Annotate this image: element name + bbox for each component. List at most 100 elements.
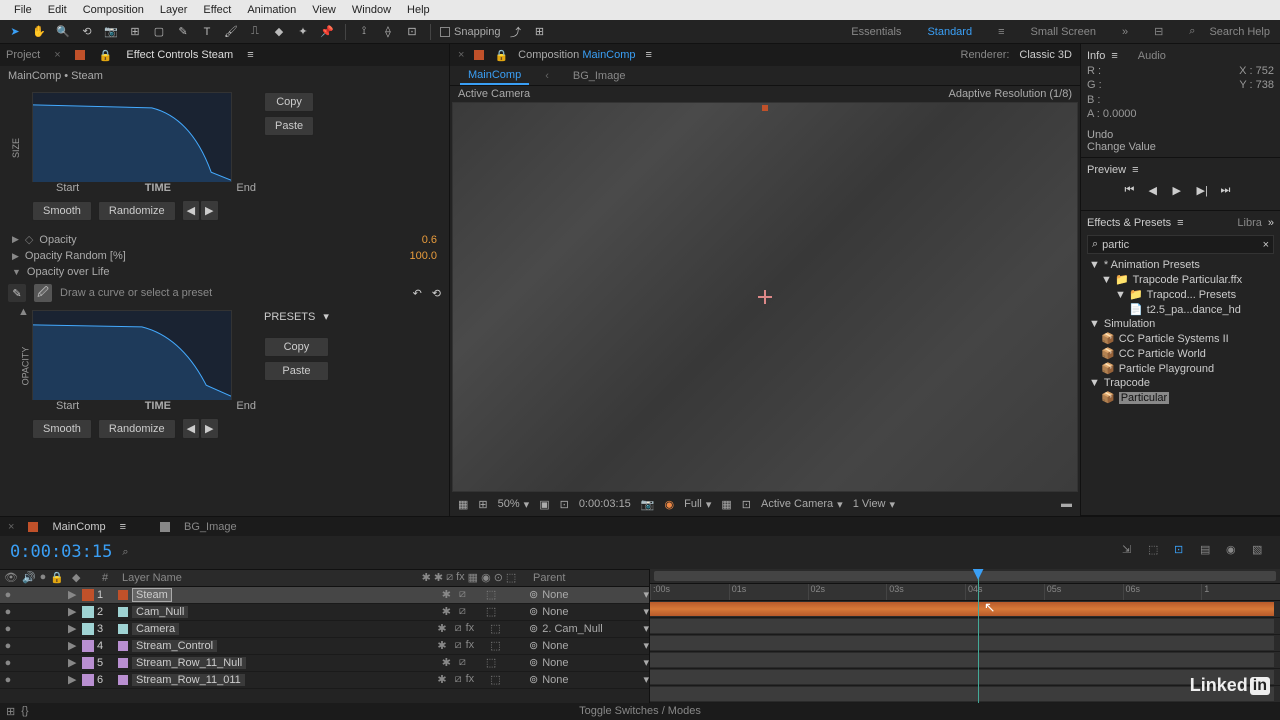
menu-composition[interactable]: Composition: [75, 4, 152, 16]
overflow-icon[interactable]: »: [1268, 217, 1274, 229]
work-area-bar[interactable]: [654, 571, 1276, 581]
quality-dropdown[interactable]: Full▾: [684, 498, 711, 511]
parent-dropdown[interactable]: None: [542, 640, 568, 652]
pickwhip-icon[interactable]: ⊚: [529, 673, 538, 686]
first-frame-icon[interactable]: ⏮: [1125, 184, 1141, 200]
reset-curve-icon[interactable]: ⟲: [432, 287, 441, 300]
panel-menu-icon[interactable]: ≡: [646, 49, 652, 61]
zoom-dropdown[interactable]: 50%▾: [498, 498, 530, 511]
tree-preset-item[interactable]: 📄 t2.5_pa...dance_hd: [1087, 302, 1274, 317]
toggle-switches-icon[interactable]: ⊞: [6, 705, 15, 718]
workspace-overflow-icon[interactable]: »: [1118, 24, 1132, 40]
rotate-tool-icon[interactable]: ⟲: [78, 23, 96, 41]
tree-animation-presets[interactable]: ▼ * Animation Presets: [1087, 258, 1274, 272]
randomize-button[interactable]: Randomize: [98, 201, 176, 221]
visibility-toggle[interactable]: ●: [0, 674, 16, 686]
paste-button-2[interactable]: Paste: [264, 361, 329, 381]
timecode-display[interactable]: 0:00:03:15: [579, 498, 631, 510]
axis-world-icon[interactable]: ⟠: [379, 23, 397, 41]
effects-search[interactable]: ⌕ ×: [1087, 235, 1274, 254]
alpha-icon[interactable]: ▦: [458, 498, 468, 511]
paste-button[interactable]: Paste: [264, 116, 314, 136]
layer-row[interactable]: ● ▶ 5 Stream_Row_11_Null ✱⧄⬚ ⊚None▾: [0, 655, 649, 672]
brush-tool-icon[interactable]: 🖌: [222, 23, 240, 41]
lock-icon[interactable]: 🔒: [99, 49, 113, 62]
menu-file[interactable]: File: [6, 4, 40, 16]
axis-local-icon[interactable]: ⟟: [355, 23, 373, 41]
shy-icon[interactable]: ⊡: [1174, 543, 1192, 561]
tree-particle-playground[interactable]: 📦 Particle Playground: [1087, 361, 1274, 376]
menu-view[interactable]: View: [304, 4, 344, 16]
layer-color-icon[interactable]: [82, 640, 94, 652]
layer-row[interactable]: ● ▶ 2 Cam_Null ✱⧄⬚ ⊚None▾: [0, 604, 649, 621]
toggle-switches-modes[interactable]: Toggle Switches / Modes: [579, 705, 701, 717]
workspace-essentials[interactable]: Essentials: [847, 24, 905, 40]
smooth-button-2[interactable]: Smooth: [32, 419, 92, 439]
menu-window[interactable]: Window: [344, 4, 399, 16]
visibility-toggle[interactable]: ●: [0, 640, 16, 652]
camera-tool-icon[interactable]: 📷: [102, 23, 120, 41]
view-opt-icon[interactable]: ▦: [721, 498, 731, 511]
workspace-edit-icon[interactable]: ⊟: [1150, 23, 1167, 40]
effects-search-input[interactable]: [1102, 239, 1258, 251]
parent-dropdown[interactable]: None: [542, 657, 568, 669]
panel-menu-icon[interactable]: ≡: [1111, 50, 1117, 62]
presets-dropdown-icon[interactable]: ▾: [323, 310, 329, 323]
draft3d-icon[interactable]: ⬚: [1148, 543, 1166, 561]
layer-name[interactable]: Stream_Row_11_011: [132, 674, 245, 686]
panel-menu-icon[interactable]: ≡: [1132, 164, 1138, 176]
time-ruler[interactable]: :00s01s02s03s04s05s06s1: [650, 583, 1280, 601]
channel-icon[interactable]: ◉: [665, 498, 675, 511]
layer-color-icon[interactable]: [82, 589, 94, 601]
prev-preset-icon[interactable]: ◀: [182, 200, 200, 221]
graph-editor-icon[interactable]: ▧: [1252, 543, 1270, 561]
tree-cc-world[interactable]: 📦 CC Particle World: [1087, 346, 1274, 361]
res-icon[interactable]: ▣: [539, 498, 549, 511]
toggle-brackets-icon[interactable]: {}: [21, 705, 28, 718]
grid-icon[interactable]: ⊞: [478, 498, 487, 511]
prev-frame-icon[interactable]: ◀: [1149, 184, 1165, 200]
frame-blend-icon[interactable]: ▤: [1200, 543, 1218, 561]
zoom-tool-icon[interactable]: 🔍: [54, 23, 72, 41]
snapping-toggle[interactable]: Snapping: [440, 26, 501, 38]
layer-row[interactable]: ● ▶ 3 Camera ✱⧄fx⬚ ⊚2. Cam_Null▾: [0, 621, 649, 638]
parent-dropdown[interactable]: None: [542, 589, 568, 601]
panel-menu-icon[interactable]: ≡: [120, 521, 126, 533]
menu-help[interactable]: Help: [399, 4, 438, 16]
layer-color-icon[interactable]: [82, 657, 94, 669]
col-solo-icon[interactable]: ●: [40, 571, 47, 584]
layer-row[interactable]: ● ▶ 1 Steam ✱⧄⬚ ⊚None▾: [0, 587, 649, 604]
layer-bar[interactable]: [650, 652, 1280, 669]
next-preset-icon[interactable]: ▶: [200, 200, 218, 221]
tab-library[interactable]: Libra: [1237, 217, 1261, 229]
tab-project[interactable]: Project: [6, 49, 40, 61]
tab-composition[interactable]: Composition MainComp: [518, 49, 635, 61]
tab-preview[interactable]: Preview: [1087, 164, 1126, 176]
comp-mini-icon[interactable]: ⇲: [1122, 543, 1140, 561]
pickwhip-icon[interactable]: ⊚: [529, 588, 538, 601]
play-icon[interactable]: ▶: [1173, 184, 1189, 200]
parent-dropdown[interactable]: 2. Cam_Null: [542, 623, 603, 635]
layer-name[interactable]: Cam_Null: [132, 606, 188, 618]
3d-icon[interactable]: ⊡: [742, 498, 751, 511]
draw-free-icon[interactable]: 🖉: [34, 284, 52, 302]
tab-audio[interactable]: Audio: [1138, 50, 1166, 62]
layer-color-icon[interactable]: [82, 606, 94, 618]
guides-icon[interactable]: ⊡: [560, 498, 569, 511]
layer-bar[interactable]: [650, 601, 1280, 618]
composition-viewer[interactable]: [452, 102, 1078, 492]
opacity-over-life-graph[interactable]: [32, 310, 232, 400]
parent-dropdown[interactable]: None: [542, 674, 568, 686]
menu-effect[interactable]: Effect: [195, 4, 239, 16]
subtab-bgimage[interactable]: BG_Image: [565, 68, 634, 84]
playhead[interactable]: [978, 569, 979, 703]
clone-tool-icon[interactable]: ⎍: [246, 23, 264, 41]
snap-option-icon[interactable]: ⤴: [507, 23, 525, 41]
tree-trapcode-presets[interactable]: ▼ 📁 Trapcod... Presets: [1087, 287, 1274, 302]
smooth-button[interactable]: Smooth: [32, 201, 92, 221]
clear-search-icon[interactable]: ×: [1263, 239, 1269, 251]
layer-name[interactable]: Stream_Control: [132, 640, 217, 652]
opacity-over-life-property[interactable]: ▼ Opacity over Life: [8, 264, 441, 280]
snap-grid-icon[interactable]: ⊞: [531, 23, 549, 41]
timeline-tab-maincomp[interactable]: MainComp: [52, 521, 105, 533]
